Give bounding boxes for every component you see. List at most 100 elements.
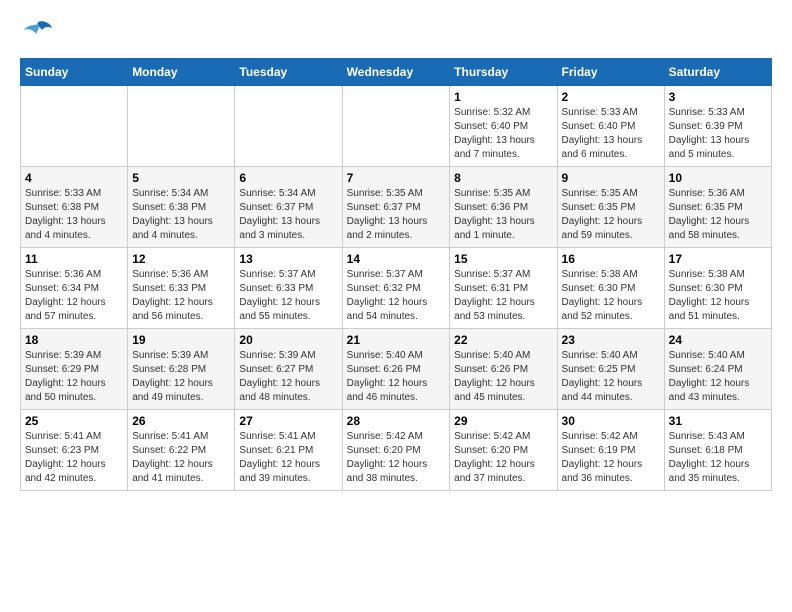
calendar-day-cell: 12Sunrise: 5:36 AM Sunset: 6:33 PM Dayli…	[128, 248, 235, 329]
day-of-week-header: Saturday	[664, 59, 771, 86]
calendar-day-cell: 22Sunrise: 5:40 AM Sunset: 6:26 PM Dayli…	[450, 329, 557, 410]
calendar-day-cell: 3 Sunrise: 5:33 AM Sunset: 6:39 PM Daylig…	[664, 86, 771, 167]
day-info-text: Sunrise: 5:33 AM Sunset: 6:40 PM Dayligh…	[562, 106, 660, 162]
calendar-day-cell	[342, 86, 450, 167]
day-number: 27	[239, 414, 337, 428]
day-number: 12	[132, 252, 230, 266]
day-info-text: Sunrise: 5:40 AM Sunset: 6:25 PM Dayligh…	[562, 349, 660, 405]
day-number: 17	[669, 252, 767, 266]
day-info-text: Sunrise: 5:36 AM Sunset: 6:35 PM Dayligh…	[669, 187, 767, 243]
day-number: 8	[454, 171, 552, 185]
day-number: 18	[25, 333, 123, 347]
calendar-day-cell: 25 Sunrise: 5:41 AM Sunset: 6:23 PM Dayli…	[21, 410, 128, 491]
calendar-day-cell: 26 Sunrise: 5:41 AM Sunset: 6:22 PM Dayli…	[128, 410, 235, 491]
day-number: 28	[347, 414, 446, 428]
day-info-text: Sunrise: 5:37 AM Sunset: 6:32 PM Dayligh…	[347, 268, 446, 324]
calendar-day-cell: 30Sunrise: 5:42 AM Sunset: 6:19 PM Dayli…	[557, 410, 664, 491]
calendar-body: 1 Sunrise: 5:32 AM Sunset: 6:40 PM Daylig…	[21, 86, 772, 491]
day-number: 1	[454, 90, 552, 104]
calendar-day-cell: 14 Sunrise: 5:37 AM Sunset: 6:32 PM Dayli…	[342, 248, 450, 329]
day-of-week-header: Wednesday	[342, 59, 450, 86]
calendar-week-row: 18 Sunrise: 5:39 AM Sunset: 6:29 PM Dayli…	[21, 329, 772, 410]
day-info-text: Sunrise: 5:35 AM Sunset: 6:35 PM Dayligh…	[562, 187, 660, 243]
day-number: 11	[25, 252, 123, 266]
day-info-text: Sunrise: 5:37 AM Sunset: 6:33 PM Dayligh…	[239, 268, 337, 324]
day-info-text: Sunrise: 5:42 AM Sunset: 6:20 PM Dayligh…	[347, 430, 446, 486]
day-info-text: Sunrise: 5:35 AM Sunset: 6:37 PM Dayligh…	[347, 187, 446, 243]
calendar-day-cell: 8Sunrise: 5:35 AM Sunset: 6:36 PM Daylig…	[450, 167, 557, 248]
day-number: 15	[454, 252, 552, 266]
day-info-text: Sunrise: 5:42 AM Sunset: 6:20 PM Dayligh…	[454, 430, 552, 486]
day-info-text: Sunrise: 5:37 AM Sunset: 6:31 PM Dayligh…	[454, 268, 552, 324]
calendar-day-cell: 31 Sunrise: 5:43 AM Sunset: 6:18 PM Dayli…	[664, 410, 771, 491]
calendar-day-cell: 21 Sunrise: 5:40 AM Sunset: 6:26 PM Dayli…	[342, 329, 450, 410]
calendar-day-cell: 15 Sunrise: 5:37 AM Sunset: 6:31 PM Dayli…	[450, 248, 557, 329]
day-number: 19	[132, 333, 230, 347]
day-of-week-header: Sunday	[21, 59, 128, 86]
calendar-day-cell: 16Sunrise: 5:38 AM Sunset: 6:30 PM Dayli…	[557, 248, 664, 329]
calendar-day-cell: 24 Sunrise: 5:40 AM Sunset: 6:24 PM Dayli…	[664, 329, 771, 410]
day-info-text: Sunrise: 5:32 AM Sunset: 6:40 PM Dayligh…	[454, 106, 552, 162]
calendar-day-cell: 28 Sunrise: 5:42 AM Sunset: 6:20 PM Dayli…	[342, 410, 450, 491]
calendar-day-cell: 13 Sunrise: 5:37 AM Sunset: 6:33 PM Dayli…	[235, 248, 342, 329]
calendar-day-cell: 10 Sunrise: 5:36 AM Sunset: 6:35 PM Dayli…	[664, 167, 771, 248]
calendar-day-cell: 7Sunrise: 5:35 AM Sunset: 6:37 PM Daylig…	[342, 167, 450, 248]
day-number: 24	[669, 333, 767, 347]
calendar-day-cell: 17 Sunrise: 5:38 AM Sunset: 6:30 PM Dayli…	[664, 248, 771, 329]
day-number: 9	[562, 171, 660, 185]
day-info-text: Sunrise: 5:42 AM Sunset: 6:19 PM Dayligh…	[562, 430, 660, 486]
day-number: 10	[669, 171, 767, 185]
calendar-day-cell: 18 Sunrise: 5:39 AM Sunset: 6:29 PM Dayli…	[21, 329, 128, 410]
day-info-text: Sunrise: 5:36 AM Sunset: 6:34 PM Dayligh…	[25, 268, 123, 324]
calendar-day-cell: 4 Sunrise: 5:33 AM Sunset: 6:38 PM Daylig…	[21, 167, 128, 248]
calendar-header-row: SundayMondayTuesdayWednesdayThursdayFrid…	[21, 59, 772, 86]
day-info-text: Sunrise: 5:39 AM Sunset: 6:29 PM Dayligh…	[25, 349, 123, 405]
day-number: 26	[132, 414, 230, 428]
day-number: 14	[347, 252, 446, 266]
day-number: 20	[239, 333, 337, 347]
calendar-day-cell: 1 Sunrise: 5:32 AM Sunset: 6:40 PM Daylig…	[450, 86, 557, 167]
calendar-day-cell: 6Sunrise: 5:34 AM Sunset: 6:37 PM Daylig…	[235, 167, 342, 248]
day-info-text: Sunrise: 5:39 AM Sunset: 6:28 PM Dayligh…	[132, 349, 230, 405]
day-number: 31	[669, 414, 767, 428]
day-info-text: Sunrise: 5:40 AM Sunset: 6:26 PM Dayligh…	[347, 349, 446, 405]
calendar-day-cell: 5 Sunrise: 5:34 AM Sunset: 6:38 PM Daylig…	[128, 167, 235, 248]
day-number: 23	[562, 333, 660, 347]
day-number: 16	[562, 252, 660, 266]
day-info-text: Sunrise: 5:41 AM Sunset: 6:23 PM Dayligh…	[25, 430, 123, 486]
calendar-day-cell	[128, 86, 235, 167]
calendar-week-row: 1 Sunrise: 5:32 AM Sunset: 6:40 PM Daylig…	[21, 86, 772, 167]
header	[20, 20, 772, 42]
calendar-day-cell	[21, 86, 128, 167]
day-number: 21	[347, 333, 446, 347]
day-number: 29	[454, 414, 552, 428]
day-info-text: Sunrise: 5:33 AM Sunset: 6:38 PM Dayligh…	[25, 187, 123, 243]
day-number: 4	[25, 171, 123, 185]
day-of-week-header: Monday	[128, 59, 235, 86]
calendar-day-cell: 2Sunrise: 5:33 AM Sunset: 6:40 PM Daylig…	[557, 86, 664, 167]
day-of-week-header: Thursday	[450, 59, 557, 86]
day-info-text: Sunrise: 5:39 AM Sunset: 6:27 PM Dayligh…	[239, 349, 337, 405]
day-info-text: Sunrise: 5:38 AM Sunset: 6:30 PM Dayligh…	[669, 268, 767, 324]
day-info-text: Sunrise: 5:40 AM Sunset: 6:24 PM Dayligh…	[669, 349, 767, 405]
calendar-week-row: 25 Sunrise: 5:41 AM Sunset: 6:23 PM Dayli…	[21, 410, 772, 491]
day-info-text: Sunrise: 5:41 AM Sunset: 6:22 PM Dayligh…	[132, 430, 230, 486]
day-info-text: Sunrise: 5:34 AM Sunset: 6:38 PM Dayligh…	[132, 187, 230, 243]
day-number: 13	[239, 252, 337, 266]
calendar-day-cell	[235, 86, 342, 167]
logo	[20, 20, 52, 42]
day-info-text: Sunrise: 5:43 AM Sunset: 6:18 PM Dayligh…	[669, 430, 767, 486]
day-number: 25	[25, 414, 123, 428]
day-number: 5	[132, 171, 230, 185]
day-info-text: Sunrise: 5:40 AM Sunset: 6:26 PM Dayligh…	[454, 349, 552, 405]
day-info-text: Sunrise: 5:33 AM Sunset: 6:39 PM Dayligh…	[669, 106, 767, 162]
day-of-week-header: Friday	[557, 59, 664, 86]
day-info-text: Sunrise: 5:41 AM Sunset: 6:21 PM Dayligh…	[239, 430, 337, 486]
day-of-week-header: Tuesday	[235, 59, 342, 86]
calendar-table: SundayMondayTuesdayWednesdayThursdayFrid…	[20, 58, 772, 491]
day-number: 6	[239, 171, 337, 185]
calendar-day-cell: 23 Sunrise: 5:40 AM Sunset: 6:25 PM Dayli…	[557, 329, 664, 410]
calendar-week-row: 11 Sunrise: 5:36 AM Sunset: 6:34 PM Dayli…	[21, 248, 772, 329]
day-number: 3	[669, 90, 767, 104]
calendar-day-cell: 11 Sunrise: 5:36 AM Sunset: 6:34 PM Dayli…	[21, 248, 128, 329]
